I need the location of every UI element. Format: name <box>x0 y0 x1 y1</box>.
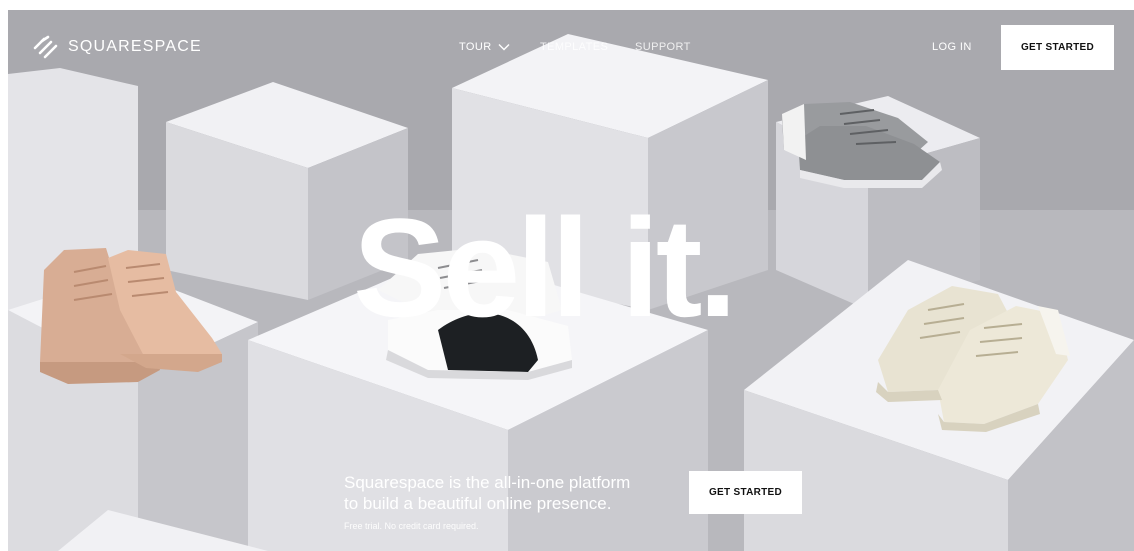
get-started-button-header[interactable]: GET STARTED <box>1001 25 1114 70</box>
pitch-line-2: to build a beautiful online presence. <box>344 494 612 513</box>
nav-support[interactable]: SUPPORT <box>635 41 691 53</box>
hero-headline: Sell it. <box>353 189 737 346</box>
site-header: SQUARESPACE TOUR TEMPLATES SUPPORT LOG I… <box>8 10 1134 84</box>
login-link[interactable]: LOG IN <box>932 41 972 53</box>
brand-name: SQUARESPACE <box>68 38 202 55</box>
squarespace-logo-icon <box>33 35 58 59</box>
fine-print: Free trial. No credit card required. <box>344 521 479 531</box>
chevron-down-icon <box>498 44 510 51</box>
pitch-line-1: Squarespace is the all-in-one platform <box>344 473 631 492</box>
hero-section: SQUARESPACE TOUR TEMPLATES SUPPORT LOG I… <box>8 10 1134 551</box>
nav-tour-label: TOUR <box>459 41 492 53</box>
hero-pitch: Squarespace is the all-in-one platform t… <box>344 472 630 531</box>
brand-logo[interactable]: SQUARESPACE <box>32 35 202 59</box>
get-started-button-hero[interactable]: GET STARTED <box>689 471 802 514</box>
nav-templates[interactable]: TEMPLATES <box>540 41 608 53</box>
nav-tour[interactable]: TOUR <box>459 41 510 53</box>
